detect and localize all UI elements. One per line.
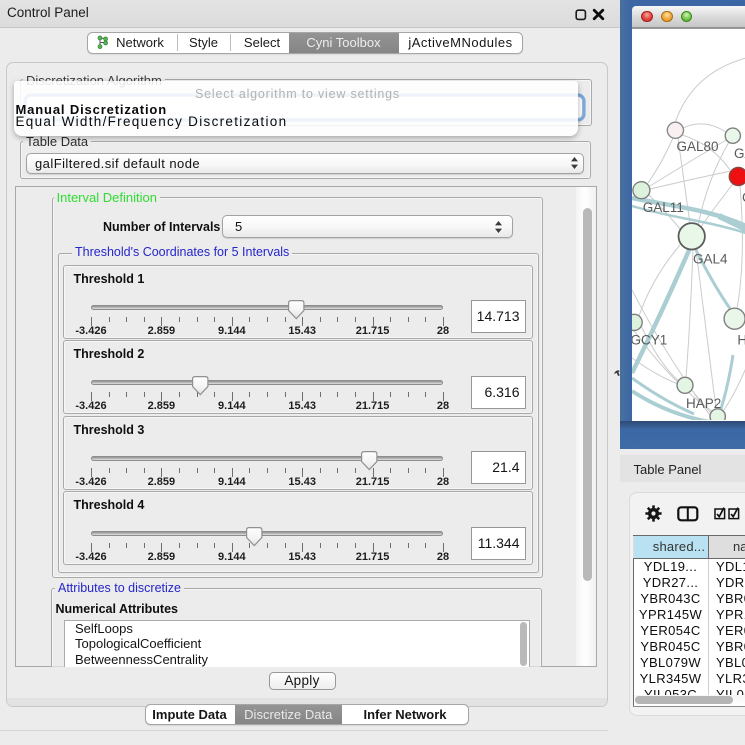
svg-text:C: C (742, 190, 745, 205)
svg-text:GAL4: GAL4 (693, 251, 728, 266)
svg-text:GA: GA (734, 146, 745, 161)
svg-text:GCY1: GCY1 (632, 332, 667, 347)
svg-text:HA: HA (737, 332, 745, 347)
svg-text:HAP2: HAP2 (686, 396, 721, 411)
svg-text:GAL80: GAL80 (676, 139, 718, 154)
svg-text:GAL11: GAL11 (642, 200, 683, 215)
